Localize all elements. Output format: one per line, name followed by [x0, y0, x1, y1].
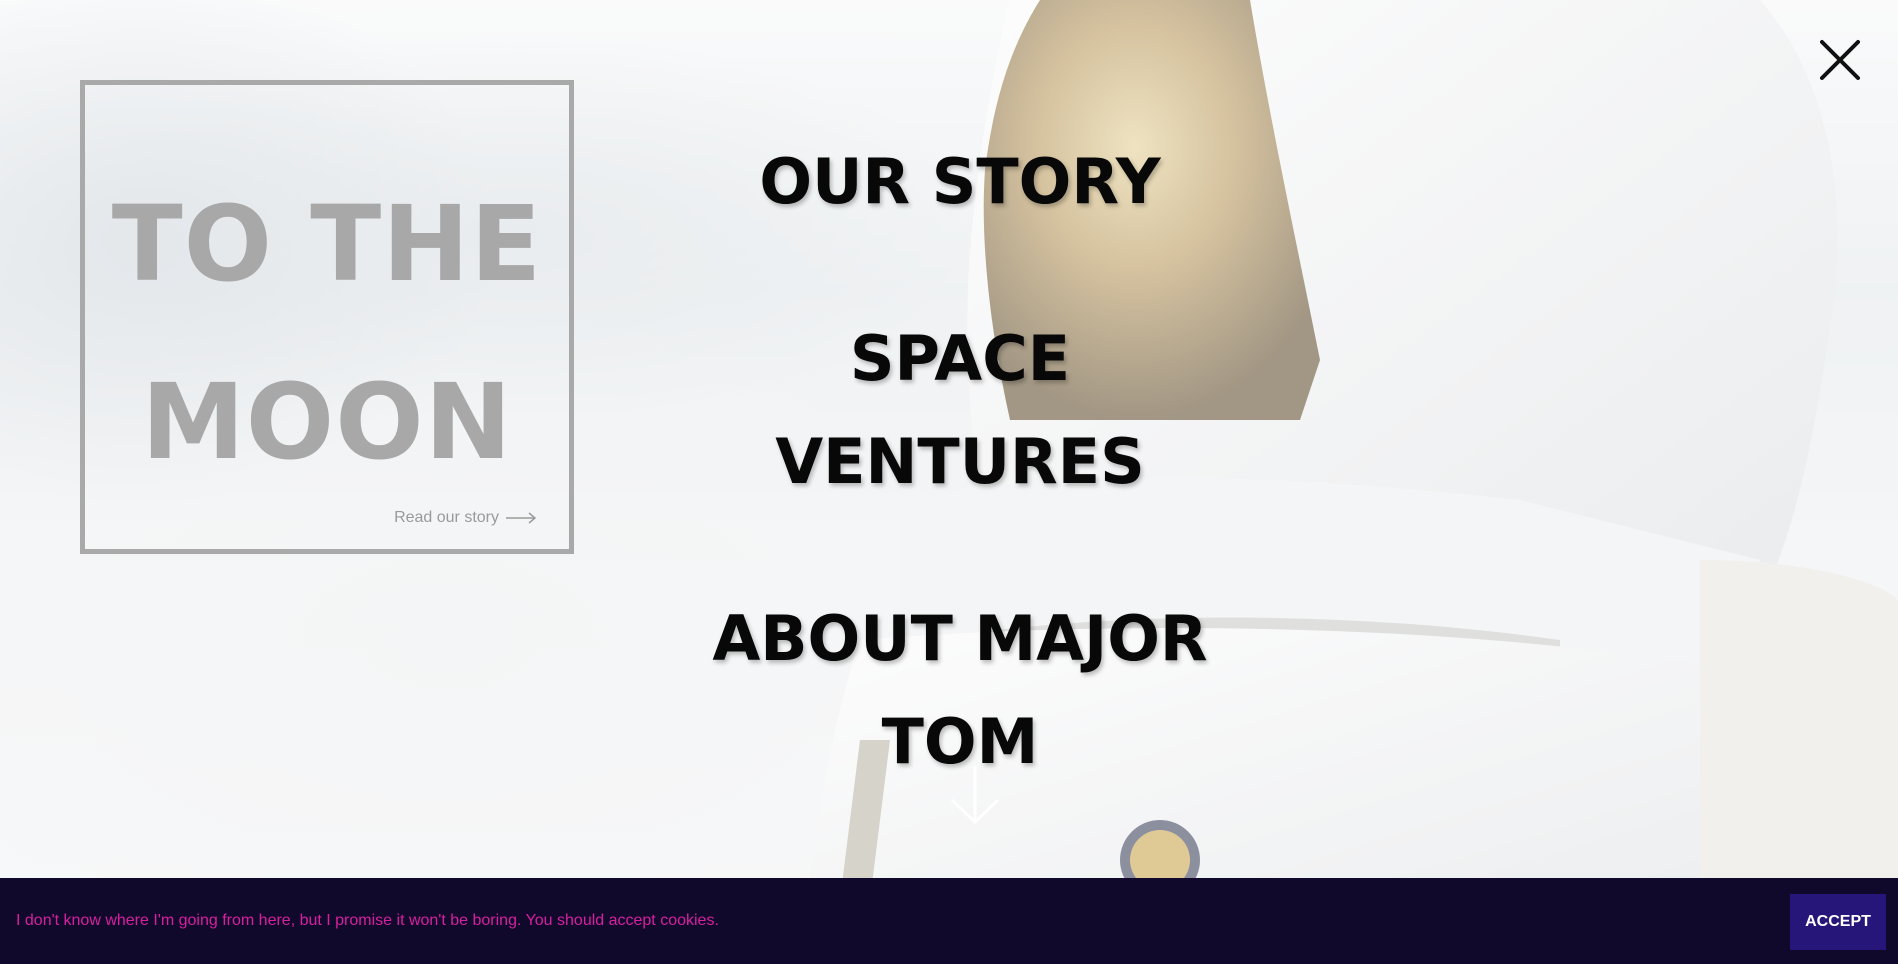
close-icon — [1820, 40, 1860, 80]
arrow-down-icon — [950, 766, 1000, 825]
cookie-message: I don't know where I'm going from here, … — [16, 912, 719, 929]
cookie-banner: I don't know where I'm going from here, … — [0, 878, 1898, 964]
menu-item-space-ventures[interactable]: SPACE VENTURES — [620, 307, 1300, 513]
close-button[interactable] — [1818, 38, 1862, 82]
promo-title-line1: TO THE — [111, 183, 543, 305]
menu-item-about-major-tom[interactable]: ABOUT MAJOR TOM — [620, 587, 1300, 793]
scroll-down-button[interactable] — [946, 764, 1004, 826]
promo-card: TO THE MOON Read our story — [80, 80, 574, 554]
read-our-story-label: Read our story — [394, 509, 499, 526]
menu-item-label: ABOUT MAJOR — [712, 602, 1208, 675]
menu-item-our-story[interactable]: OUR STORY — [620, 130, 1300, 233]
promo-title: TO THE MOON — [85, 155, 569, 511]
main-menu: OUR STORY SPACE VENTURES ABOUT MAJOR TOM — [620, 130, 1300, 867]
accept-cookies-button[interactable]: ACCEPT — [1790, 894, 1886, 950]
arrow-right-icon — [506, 512, 537, 524]
menu-item-label: SPACE — [849, 322, 1071, 395]
menu-item-label: OUR STORY — [759, 145, 1161, 218]
menu-item-label-line2: VENTURES — [775, 425, 1145, 498]
promo-title-line2: MOON — [141, 361, 513, 483]
read-our-story-link[interactable]: Read our story — [394, 509, 537, 527]
